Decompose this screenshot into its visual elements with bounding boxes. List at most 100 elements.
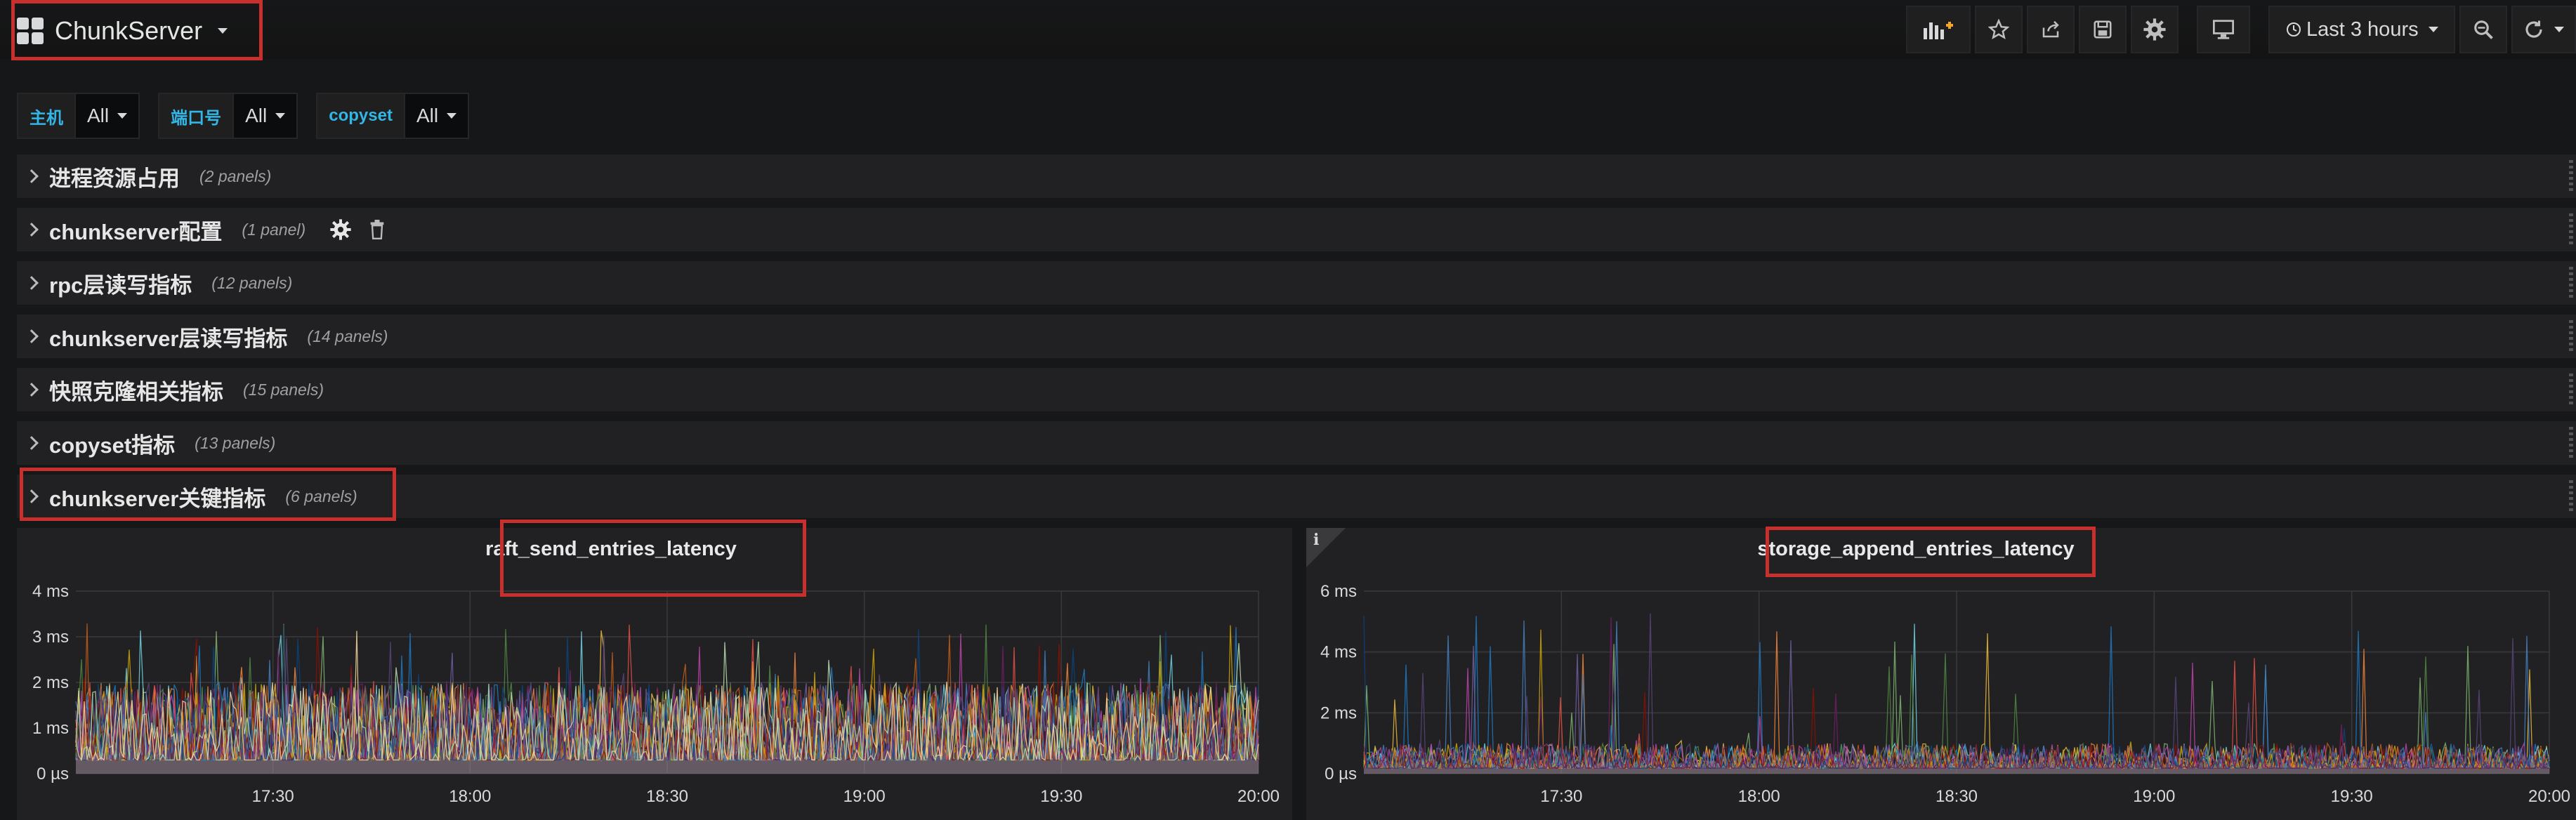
dashboard-row[interactable]: chunkserver配置 (1 panel) bbox=[17, 208, 2576, 251]
add-panel-button[interactable] bbox=[1906, 6, 1971, 53]
y-tick-label: 4 ms bbox=[1320, 643, 1357, 662]
chevron-right-icon bbox=[25, 383, 39, 397]
x-tick-label: 20:00 bbox=[1237, 787, 1280, 806]
row-panel-count: (14 panels) bbox=[307, 326, 388, 345]
variable-select[interactable]: All bbox=[405, 93, 470, 139]
variable-value: All bbox=[416, 105, 439, 126]
x-tick-label: 17:30 bbox=[1540, 787, 1582, 806]
variable-copyset[interactable]: copyset All bbox=[316, 93, 470, 139]
chevron-right-icon bbox=[25, 223, 39, 237]
save-icon bbox=[2094, 20, 2112, 39]
x-tick-label: 17:30 bbox=[252, 787, 294, 806]
variable-host[interactable]: 主机 All bbox=[17, 93, 140, 139]
x-tick-label: 19:00 bbox=[2133, 787, 2175, 806]
x-tick-label: 19:00 bbox=[843, 787, 886, 806]
refresh-button[interactable] bbox=[2511, 6, 2576, 53]
y-tick-label: 1 ms bbox=[32, 719, 69, 738]
variable-port[interactable]: 端口号 All bbox=[158, 93, 298, 139]
time-range-label: Last 3 hours bbox=[2306, 18, 2419, 41]
settings-button[interactable] bbox=[2131, 6, 2179, 53]
graph-panel-storage-append[interactable]: i 0 µs 2 ms 4 ms 6 ms 17:30 18:00 18:30 19:00 19… bbox=[1306, 528, 2576, 820]
dashboard-row[interactable]: chunkserver层读写指标 (14 panels) bbox=[17, 315, 2576, 358]
variable-select[interactable]: All bbox=[76, 93, 140, 139]
tv-mode-button[interactable] bbox=[2197, 6, 2250, 53]
chevron-right-icon bbox=[25, 329, 39, 343]
chevron-right-icon bbox=[25, 489, 39, 503]
y-tick-label: 6 ms bbox=[1320, 582, 1357, 601]
chevron-down-icon bbox=[117, 113, 128, 119]
dashboard-grid-icon bbox=[17, 18, 44, 44]
monitor-icon bbox=[2213, 20, 2234, 39]
star-button[interactable] bbox=[1975, 6, 2023, 53]
drag-handle-icon[interactable] bbox=[2569, 213, 2573, 246]
y-tick-label: 3 ms bbox=[32, 628, 69, 647]
x-tick-label: 20:00 bbox=[2528, 787, 2570, 806]
drag-handle-icon[interactable] bbox=[2569, 320, 2573, 352]
dashboard-picker[interactable]: ChunkServer bbox=[17, 11, 228, 51]
row-panel-count: (15 panels) bbox=[243, 380, 324, 399]
row-panel-count: (12 panels) bbox=[211, 273, 293, 292]
drag-handle-icon[interactable] bbox=[2569, 373, 2573, 406]
clock-icon bbox=[2287, 22, 2301, 37]
variable-label: copyset bbox=[316, 93, 405, 139]
x-tick-label: 18:30 bbox=[646, 787, 688, 806]
drag-handle-icon[interactable] bbox=[2569, 480, 2573, 512]
y-tick-label: 2 ms bbox=[1320, 703, 1357, 722]
share-icon bbox=[2042, 20, 2059, 38]
row-title: rpc层读写指标 bbox=[49, 272, 192, 298]
y-tick-label: 2 ms bbox=[32, 673, 69, 692]
graph-chart: 0 µs 2 ms 4 ms 6 ms 17:30 18:00 18:30 19:00 19:3… bbox=[1320, 582, 2570, 806]
zoom-out-icon bbox=[2473, 20, 2493, 39]
dashboard-title: ChunkServer bbox=[55, 16, 203, 45]
y-tick-label: 0 µs bbox=[37, 765, 69, 783]
chevron-right-icon bbox=[25, 169, 39, 183]
drag-handle-icon[interactable] bbox=[2569, 267, 2573, 299]
graph-chart: 0 µs 1 ms 2 ms 3 ms 4 ms 17:30 18:00 18:30 19:00… bbox=[32, 582, 1280, 806]
x-tick-label: 18:30 bbox=[1936, 787, 1978, 806]
variable-value: All bbox=[87, 105, 110, 126]
variable-label: 端口号 bbox=[158, 93, 235, 139]
refresh-icon bbox=[2525, 20, 2542, 38]
time-range-picker[interactable]: Last 3 hours bbox=[2268, 6, 2455, 53]
dashboard-row[interactable]: 快照克隆相关指标 (15 panels) bbox=[17, 368, 2576, 411]
drag-handle-icon[interactable] bbox=[2569, 160, 2573, 192]
chevron-down-icon bbox=[275, 113, 286, 119]
row-panel-count: (2 panels) bbox=[199, 166, 272, 185]
row-panel-count: (1 panel) bbox=[242, 220, 306, 239]
row-title: chunkserver层读写指标 bbox=[49, 326, 288, 351]
dashboard-row[interactable]: copyset指标 (13 panels) bbox=[17, 421, 2576, 465]
variable-label: 主机 bbox=[17, 93, 76, 139]
save-button[interactable] bbox=[2079, 6, 2127, 53]
panel-title[interactable]: storage_append_entries_latency bbox=[1281, 538, 2551, 561]
row-title: copyset指标 bbox=[49, 432, 176, 458]
y-tick-label: 4 ms bbox=[32, 582, 69, 601]
chevron-right-icon bbox=[25, 436, 39, 450]
x-tick-label: 18:00 bbox=[449, 787, 491, 806]
star-icon bbox=[1988, 19, 2009, 40]
panel-title[interactable]: raft_send_entries_latency bbox=[0, 538, 1249, 561]
row-title: 进程资源占用 bbox=[49, 166, 180, 191]
row-title: chunkserver关键指标 bbox=[49, 486, 266, 511]
chevron-right-icon bbox=[25, 276, 39, 290]
add-panel-icon bbox=[1924, 22, 1953, 39]
share-button[interactable] bbox=[2027, 6, 2075, 53]
chevron-down-icon bbox=[2428, 27, 2438, 32]
row-panel-count: (13 panels) bbox=[195, 433, 276, 452]
drag-handle-icon[interactable] bbox=[2569, 427, 2573, 459]
template-variables: 主机 All 端口号 All copyset All bbox=[17, 93, 470, 139]
row-panel-count: (6 panels) bbox=[285, 487, 357, 505]
row-title: 快照克隆相关指标 bbox=[49, 379, 223, 404]
variable-select[interactable]: All bbox=[234, 93, 298, 139]
chevron-down-icon bbox=[2554, 27, 2564, 32]
graph-panel-raft-send[interactable]: 0 µs 1 ms 2 ms 3 ms 4 ms 17:30 18:00 18:30 19:00… bbox=[17, 528, 1292, 820]
dashboard-row[interactable]: rpc层读写指标 (12 panels) bbox=[17, 261, 2576, 305]
trash-icon[interactable] bbox=[369, 220, 386, 239]
chevron-down-icon bbox=[447, 113, 457, 119]
gear-icon[interactable] bbox=[329, 218, 352, 241]
dashboard-row[interactable]: chunkserver关键指标 (6 panels) bbox=[17, 475, 2576, 518]
row-title: chunkserver配置 bbox=[49, 219, 223, 244]
chevron-down-icon bbox=[218, 28, 228, 34]
zoom-out-button[interactable] bbox=[2459, 6, 2507, 53]
dashboard-row[interactable]: 进程资源占用 (2 panels) bbox=[17, 154, 2576, 198]
gear-icon bbox=[2143, 18, 2166, 41]
